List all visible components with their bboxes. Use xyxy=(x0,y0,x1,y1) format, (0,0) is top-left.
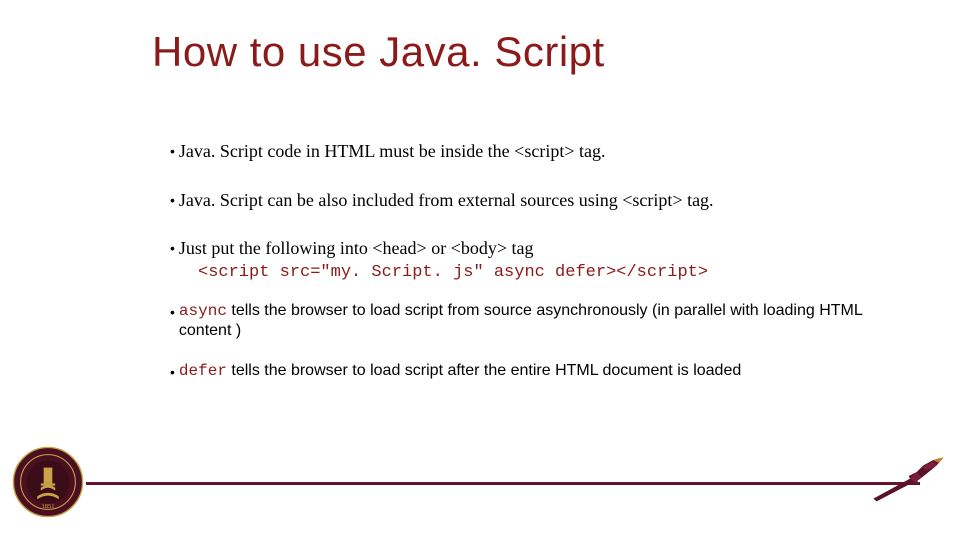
bullet-text: Java. Script code in HTML must be inside… xyxy=(179,140,606,163)
bullet-dot-icon: • xyxy=(170,237,175,259)
bullet-text: Java. Script can be also included from e… xyxy=(179,189,714,212)
bullet-item: • Just put the following into <head> or … xyxy=(170,237,910,283)
bullet-item: • defer tells the browser to load script… xyxy=(170,361,910,383)
bullet-text-rest: tells the browser to load script after t… xyxy=(227,362,741,379)
slide-footer: 1851 xyxy=(0,444,960,522)
bullet-dot-icon: • xyxy=(170,361,175,383)
bullet-text-rest: tells the browser to load script from so… xyxy=(179,302,862,339)
bullet-text: defer tells the browser to load script a… xyxy=(179,361,741,381)
seal-year: 1851 xyxy=(42,503,55,510)
bullet-text: Just put the following into <head> or <b… xyxy=(179,237,534,260)
bullet-text: async tells the browser to load script f… xyxy=(179,301,910,341)
slide: How to use Java. Script • Java. Script c… xyxy=(0,0,960,540)
bullet-item: • Java. Script code in HTML must be insi… xyxy=(170,140,910,163)
slide-title: How to use Java. Script xyxy=(152,28,605,76)
bullet-item: • Java. Script can be also included from… xyxy=(170,189,910,212)
bullet-item: • async tells the browser to load script… xyxy=(170,301,910,341)
bullet-dot-icon: • xyxy=(170,189,175,211)
slide-content: • Java. Script code in HTML must be insi… xyxy=(170,140,910,403)
keyword-async: async xyxy=(179,302,227,320)
bullet-dot-icon: • xyxy=(170,301,175,323)
divider-line xyxy=(86,482,920,485)
spear-logo-icon xyxy=(870,452,950,512)
keyword-defer: defer xyxy=(179,362,227,380)
bullet-dot-icon: • xyxy=(170,140,175,162)
university-seal-icon: 1851 xyxy=(12,446,84,518)
code-snippet: <script src="my. Script. js" async defer… xyxy=(198,262,910,283)
